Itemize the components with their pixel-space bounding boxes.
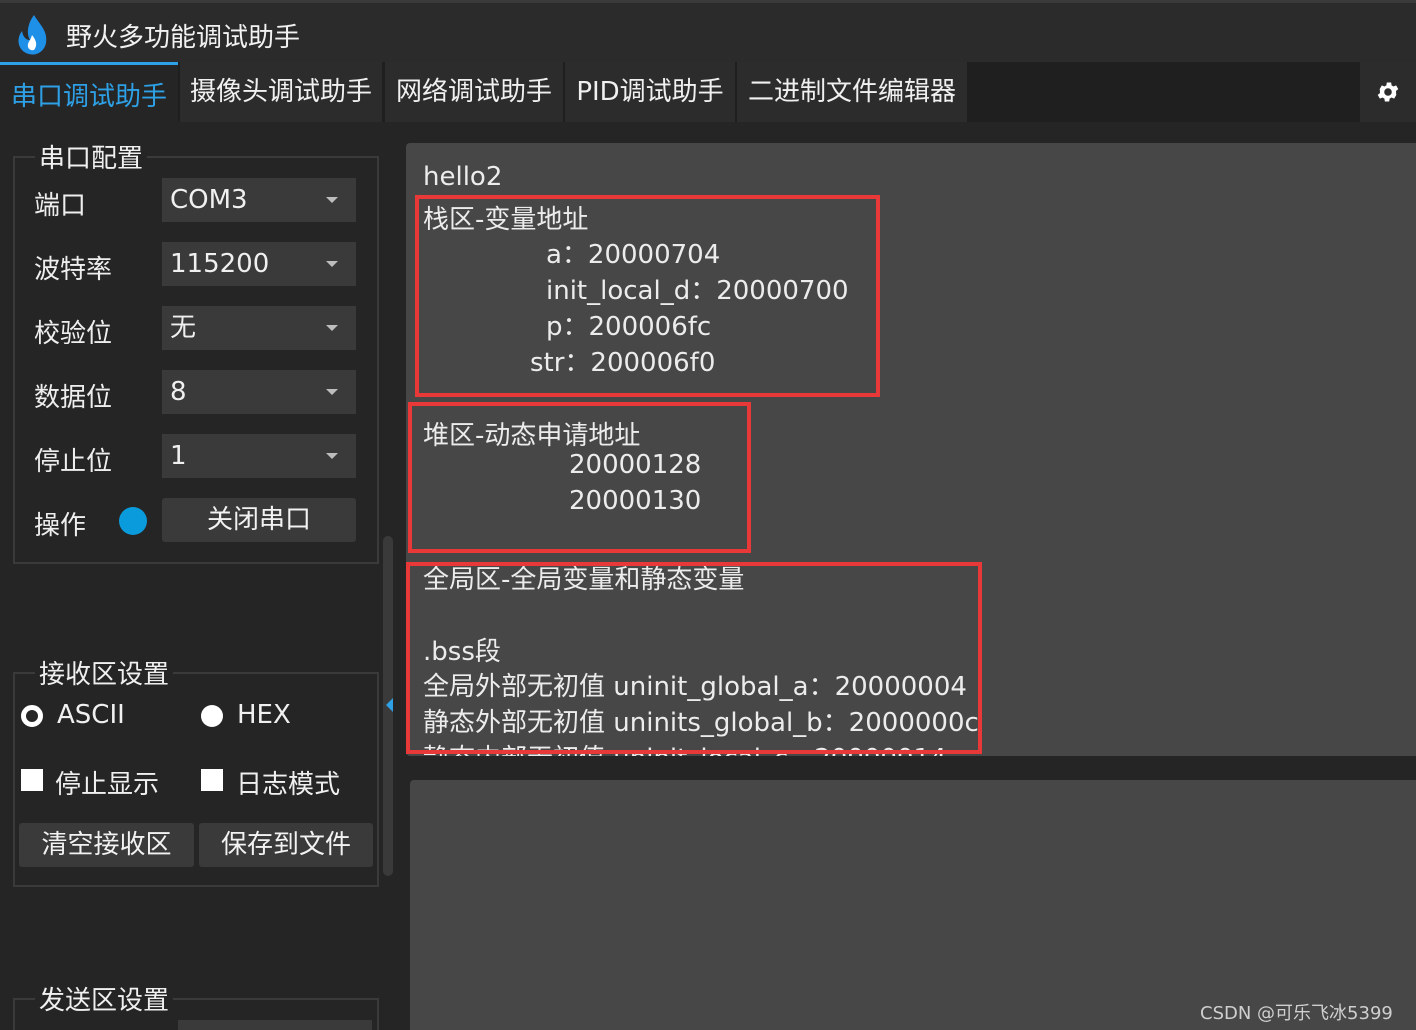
ascii-label: ASCII <box>57 700 125 730</box>
stopbits-value: 1 <box>170 441 187 471</box>
tab-bar: 串口调试助手 摄像头调试助手 网络调试助手 PID调试助手 二进制文件编辑器 <box>0 62 1416 122</box>
port-status-indicator <box>119 507 147 535</box>
port-select[interactable]: COM3 <box>162 178 356 222</box>
tab-pid-debug[interactable]: PID调试助手 <box>565 62 735 122</box>
chevron-down-icon <box>326 197 338 203</box>
hex-radio[interactable] <box>201 705 223 727</box>
port-label: 端口 <box>34 191 87 221</box>
log-mode-checkbox[interactable] <box>201 769 223 791</box>
parity-label: 校验位 <box>34 319 113 349</box>
settings-button[interactable] <box>1360 62 1416 122</box>
parity-value: 无 <box>170 313 197 343</box>
chevron-down-icon <box>326 261 338 267</box>
title-bar: 野火多功能调试助手 <box>0 0 1416 62</box>
clear-receive-button[interactable]: 清空接收区 <box>19 823 194 867</box>
databits-select[interactable]: 8 <box>162 370 356 414</box>
stopbits-select[interactable]: 1 <box>162 434 356 478</box>
baud-select[interactable]: 115200 <box>162 242 356 286</box>
stop-display-checkbox[interactable] <box>21 769 43 791</box>
baud-value: 115200 <box>170 249 270 279</box>
tab-camera-debug[interactable]: 摄像头调试助手 <box>180 62 382 122</box>
stop-display-label: 停止显示 <box>55 770 160 800</box>
send-text-area[interactable] <box>410 780 1416 1030</box>
flame-logo-icon <box>18 15 47 55</box>
heap-highlight-box <box>408 402 751 553</box>
operation-label: 操作 <box>34 511 87 541</box>
baud-label: 波特率 <box>34 255 113 285</box>
watermark: CSDN @可乐飞冰5399 <box>1200 1003 1393 1024</box>
chevron-down-icon <box>326 325 338 331</box>
tab-serial-debug[interactable]: 串口调试助手 <box>0 62 178 122</box>
global-highlight-box <box>406 562 982 754</box>
hex-label: HEX <box>237 700 291 730</box>
tab-network-debug[interactable]: 网络调试助手 <box>385 62 563 122</box>
close-port-button[interactable]: 关闭串口 <box>162 498 356 542</box>
send-settings-control[interactable] <box>178 1020 372 1030</box>
app-title: 野火多功能调试助手 <box>66 23 301 53</box>
send-settings-title: 发送区设置 <box>35 980 174 1017</box>
chevron-down-icon <box>326 389 338 395</box>
recv-line: hello2 <box>423 162 503 192</box>
log-mode-label: 日志模式 <box>236 770 341 800</box>
gear-icon <box>1377 82 1399 102</box>
port-value: COM3 <box>170 185 248 215</box>
stack-highlight-box <box>415 195 880 397</box>
databits-value: 8 <box>170 377 187 407</box>
save-to-file-button[interactable]: 保存到文件 <box>199 823 373 867</box>
databits-label: 数据位 <box>34 383 113 413</box>
parity-select[interactable]: 无 <box>162 306 356 350</box>
tab-binary-editor[interactable]: 二进制文件编辑器 <box>737 62 967 122</box>
serial-config-title: 串口配置 <box>35 138 148 175</box>
stopbits-label: 停止位 <box>34 447 113 477</box>
ascii-radio[interactable] <box>21 705 43 727</box>
collapse-left-icon[interactable] <box>386 698 393 712</box>
receive-settings-title: 接收区设置 <box>35 654 174 691</box>
chevron-down-icon <box>326 453 338 459</box>
